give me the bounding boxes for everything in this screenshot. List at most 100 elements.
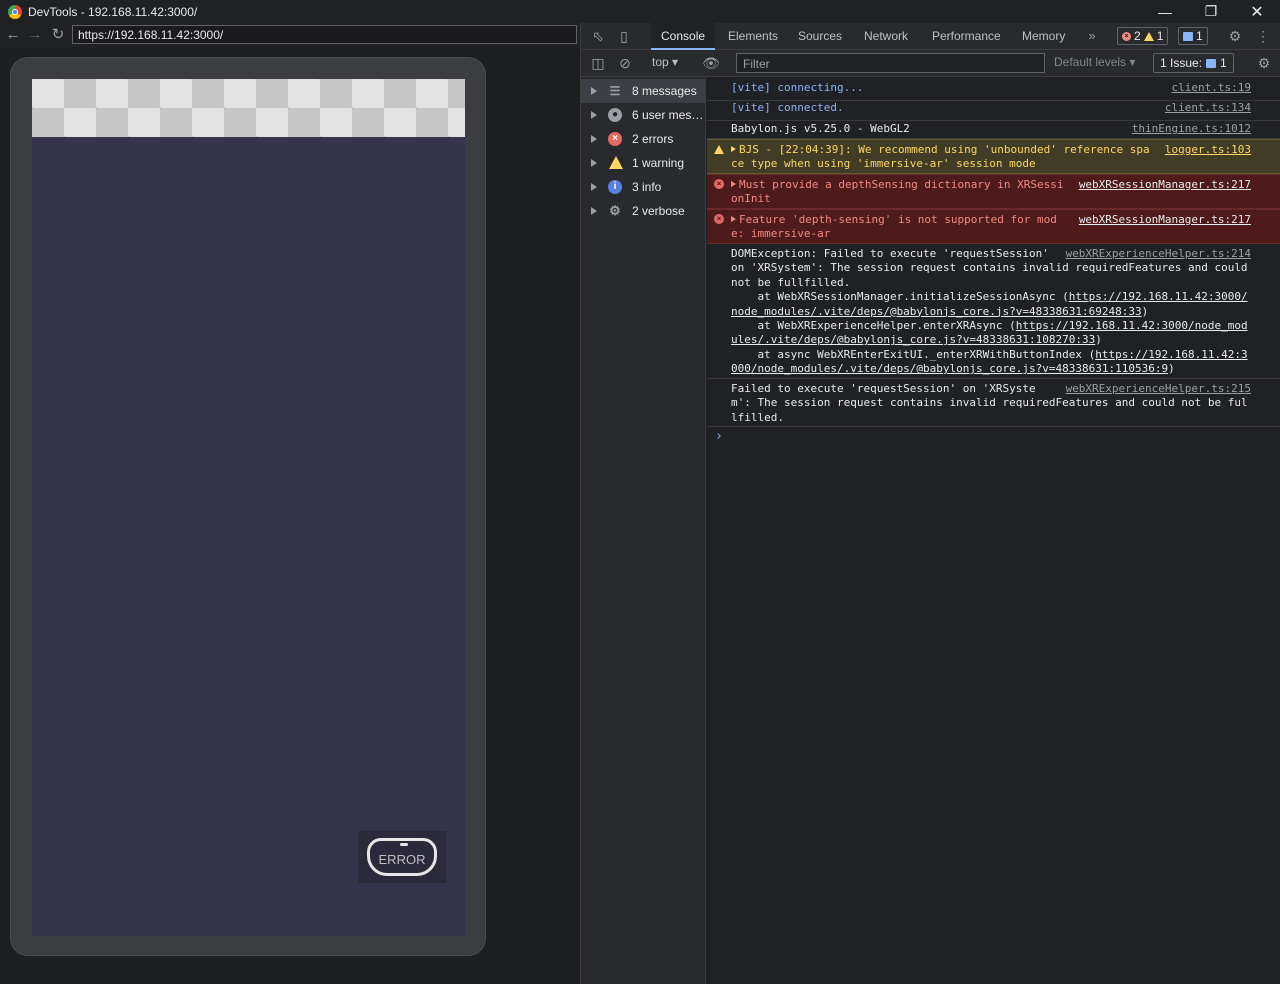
error-count: 2: [1134, 29, 1141, 43]
sidebar-item-warnings[interactable]: 1 warning: [581, 151, 705, 175]
inspect-element-icon[interactable]: ⬁: [589, 27, 607, 45]
sidebar-item-label: 6 user messages: [632, 108, 704, 122]
checkerboard-floor: [32, 79, 465, 137]
warning-icon: [714, 145, 724, 154]
message-source-link[interactable]: client.ts:19: [1172, 81, 1251, 95]
sidebar-item-info[interactable]: i 3 info: [581, 175, 705, 199]
close-icon[interactable]: ✕: [1234, 0, 1280, 23]
url-input[interactable]: https://192.168.11.42:3000/: [72, 25, 577, 44]
message-text: BJS - [22:04:39]: We recommend using 'un…: [731, 143, 1150, 171]
user-icon: ●: [608, 108, 622, 122]
page-canvas[interactable]: ERROR: [32, 79, 465, 936]
minimize-icon[interactable]: —: [1142, 0, 1188, 23]
error-icon: ×: [1122, 31, 1131, 41]
expand-arrow-icon: [591, 183, 597, 191]
chrome-logo-icon: [8, 4, 22, 19]
context-select[interactable]: top ▾: [652, 55, 678, 69]
window-titlebar: DevTools - 192.168.11.42:3000/ — ❐ ✕: [0, 0, 1280, 23]
tab-elements[interactable]: Elements: [718, 23, 788, 49]
message-source-link[interactable]: webXRSessionManager.ts:217: [1079, 178, 1251, 192]
sidebar-item-label: 2 errors: [632, 132, 674, 146]
expand-arrow-icon: [591, 159, 597, 167]
expand-arrow-icon[interactable]: [731, 216, 736, 222]
address-row: ← → ↻ https://192.168.11.42:3000/: [0, 23, 580, 48]
message-icon: [1183, 31, 1193, 41]
tab-sources[interactable]: Sources: [788, 23, 852, 49]
message-source-link[interactable]: webXRExperienceHelper.ts:214: [1066, 247, 1251, 261]
window-title: DevTools - 192.168.11.42:3000/: [28, 4, 198, 19]
tab-console[interactable]: Console: [651, 23, 716, 50]
sidebar-item-verbose[interactable]: ⚙ 2 verbose: [581, 199, 705, 223]
message-text: [vite] connecting...: [731, 81, 864, 94]
clear-console-icon[interactable]: ⊘: [616, 54, 634, 72]
expand-arrow-icon[interactable]: [731, 146, 736, 152]
dropdown-arrow-icon: ▾: [672, 55, 679, 69]
tab-performance[interactable]: Performance: [922, 23, 1011, 49]
console-error: × webXRSessionManager.ts:217 Must provid…: [707, 174, 1280, 209]
live-expression-eye-icon[interactable]: 👁: [702, 54, 720, 72]
console-messages: client.ts:19 [vite] connecting... client…: [707, 77, 1280, 984]
expand-arrow-icon: [591, 135, 597, 143]
settings-gear-icon[interactable]: ⚙: [1226, 27, 1244, 45]
back-icon[interactable]: ←: [4, 26, 22, 44]
device-toolbar-icon[interactable]: ▯: [615, 27, 633, 45]
console-prompt-icon[interactable]: ›: [715, 429, 723, 444]
console-message: client.ts:19 [vite] connecting...: [707, 81, 1280, 101]
console-message: webXRExperienceHelper.ts:215 Failed to e…: [707, 379, 1280, 427]
message-source-link[interactable]: webXRExperienceHelper.ts:215: [1066, 382, 1251, 396]
sidebar-item-errors[interactable]: × 2 errors: [581, 127, 705, 151]
stack-frame-suffix: ): [1095, 333, 1102, 347]
context-select-value: top: [652, 55, 669, 69]
message-source-link[interactable]: client.ts:134: [1165, 101, 1251, 115]
vr-enter-button[interactable]: ERROR: [358, 831, 446, 883]
error-icon: ×: [608, 132, 622, 146]
tab-memory[interactable]: Memory: [1012, 23, 1075, 49]
warning-count: 1: [1156, 29, 1164, 43]
console-sidebar: ☰ 8 messages ● 6 user messages × 2 error…: [581, 77, 706, 984]
message-source-link[interactable]: thinEngine.ts:1012: [1132, 122, 1251, 136]
sidebar-item-label: 3 info: [632, 180, 662, 194]
console-message: webXRExperienceHelper.ts:214 DOMExceptio…: [707, 244, 1280, 379]
stack-frame: at WebXRSessionManager.initializeSession…: [731, 290, 1251, 319]
messages-badge[interactable]: 1: [1178, 27, 1208, 45]
sidebar-item-messages[interactable]: ☰ 8 messages: [581, 79, 705, 103]
device-viewport: ERROR: [0, 48, 580, 984]
message-count: 1: [1196, 29, 1203, 43]
more-tabs-icon[interactable]: »: [1083, 27, 1101, 45]
restore-icon[interactable]: ❐: [1188, 0, 1234, 23]
bug-icon: ⚙: [609, 203, 621, 218]
console-error: × webXRSessionManager.ts:217 Feature 'de…: [707, 209, 1280, 244]
console-toolbar: ◫ ⊘ top ▾ 👁 Filter Default levels ▾ 1 Is…: [581, 50, 1280, 77]
console-settings-gear-icon[interactable]: ⚙: [1255, 54, 1273, 72]
vr-button-label: ERROR: [378, 851, 426, 867]
message-source-link[interactable]: webXRSessionManager.ts:217: [1079, 213, 1251, 227]
sidebar-item-label: 8 messages: [632, 84, 697, 98]
reload-icon[interactable]: ↻: [49, 26, 67, 44]
message-text: [vite] connected.: [731, 101, 844, 114]
error-warning-badge[interactable]: × 2 1: [1117, 27, 1169, 45]
message-text: Babylon.js v5.25.0 - WebGL2: [731, 122, 910, 135]
kebab-menu-icon[interactable]: ⋮: [1254, 27, 1272, 45]
error-icon: ×: [714, 214, 724, 224]
expand-arrow-icon: [591, 111, 597, 119]
stack-frame-suffix: ): [1168, 362, 1175, 376]
log-levels-select[interactable]: Default levels ▾: [1054, 55, 1135, 69]
expand-arrow-icon[interactable]: [731, 181, 736, 187]
console-message: thinEngine.ts:1012 Babylon.js v5.25.0 - …: [707, 122, 1280, 139]
error-icon: ×: [714, 179, 724, 189]
stack-frame: at WebXRExperienceHelper.enterXRAsync (h…: [731, 319, 1251, 348]
dropdown-arrow-icon: ▾: [1129, 55, 1136, 69]
issues-button[interactable]: 1 Issue: 1: [1153, 53, 1234, 73]
issues-label: 1 Issue:: [1160, 56, 1203, 70]
console-warning: logger.ts:103 BJS - [22:04:39]: We recom…: [707, 139, 1280, 174]
sidebar-item-user-messages[interactable]: ● 6 user messages: [581, 103, 705, 127]
list-icon: ☰: [609, 84, 621, 98]
info-icon: i: [608, 180, 622, 194]
tab-network[interactable]: Network: [854, 23, 918, 49]
stack-frame-prefix: at WebXRExperienceHelper.enterXRAsync (: [731, 319, 1016, 333]
stack-frame-prefix: at WebXRSessionManager.initializeSession…: [731, 290, 1069, 304]
forward-icon[interactable]: →: [26, 26, 44, 44]
sidebar-toggle-icon[interactable]: ◫: [589, 54, 607, 72]
filter-input[interactable]: Filter: [736, 53, 1045, 73]
message-source-link[interactable]: logger.ts:103: [1165, 143, 1251, 157]
